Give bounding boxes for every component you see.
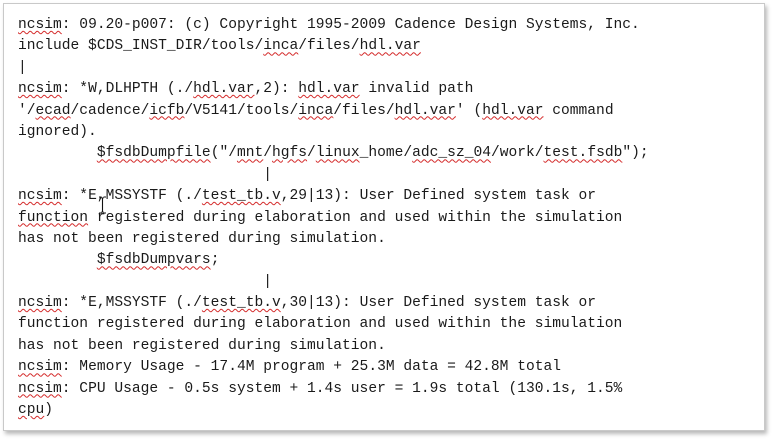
misspelled-word: $fsdbDumpvars [96,252,211,269]
text-line: ncsim: CPU Usage - 0.5s system + 1.4s us… [18,379,649,400]
misspelled-word: ecad [35,102,71,119]
text-line: $fsdbDumpvars; [18,250,649,271]
text-segment: ,30|13): User Defined system task or [280,295,597,312]
text-segment: : *E,MSSYSTF (./ [61,295,202,312]
text-segment: invalid path [359,81,474,98]
misspelled-word: linux [315,145,360,162]
text-line: | [18,272,649,293]
text-line: | [18,165,649,186]
text-line: cpu) [18,400,649,421]
text-segment: registered during elaboration and used w… [88,209,623,226]
text-segment: : *W,DLHPTH (./ [61,81,194,98]
text-document-frame[interactable]: ncsim: 09.20-p007: (c) Copyright 1995-20… [3,3,765,431]
text-segment: ) [44,402,54,419]
misspelled-word: ncsim [18,17,62,33]
text-segment: has not been registered during simulatio… [18,230,386,247]
text-segment: ignored). [18,123,97,140]
text-line: has not been registered during simulatio… [18,336,649,357]
text-segment: function registered during elaboration a… [18,316,623,333]
text-segment: : *E,MSSYSTF (./ [61,188,202,205]
misspelled-word: hdl.var [193,81,255,98]
misspelled-word: test.fsdb [543,145,623,162]
text-segment: / [263,145,273,162]
text-line: ncsim: *E,MSSYSTF (./test_tb.v,29|13): U… [18,186,649,207]
misspelled-word: $fsdbDumpfile [96,145,211,162]
document-text-body[interactable]: ncsim: 09.20-p007: (c) Copyright 1995-20… [18,15,649,421]
misspelled-word: function [18,209,89,226]
text-line: ncsim: *E,MSSYSTF (./test_tb.v,30|13): U… [18,293,649,314]
misspelled-word: hgfs [272,145,308,162]
text-segment: /cadence/ [70,102,150,119]
text-segment: : Memory Usage - 17.4M program + 25.3M d… [61,359,561,376]
text-segment: | [18,166,272,183]
text-segment: ; [210,252,220,269]
text-segment: /files/ [333,102,395,119]
text-line: ncsim: Memory Usage - 17.4M program + 25… [18,357,649,378]
text-segment: : 09.20-p007: (c) Copyright 1995-2009 Ca… [61,17,640,33]
text-line: function registered during elaboration a… [18,314,649,335]
text-line: $fsdbDumpfile("/mnt/hgfs/linux_home/adc_… [18,143,649,164]
text-line: ignored). [18,122,649,143]
text-segment: / [307,145,316,162]
misspelled-word: inca [298,102,334,119]
misspelled-word: test_tb.v [201,295,281,312]
misspelled-word: ncsim [18,295,62,312]
misspelled-word: hdl.var [298,81,360,98]
text-segment: include $CDS_INST_DIR/tools/ [18,38,264,55]
text-segment: /work/ [490,145,544,162]
text-segment: /files/ [298,38,360,55]
text-line: | [18,58,649,79]
misspelled-word: ncsim [18,81,62,98]
text-segment: ,29|13): User Defined system task or [280,188,597,205]
text-segment: _home/ [359,145,413,162]
misspelled-word: ncsim [18,188,62,205]
text-segment: ,2): [254,81,299,98]
misspelled-word: hdl.var [359,38,421,55]
text-segment: | [18,59,27,76]
text-line: ncsim: 09.20-p007: (c) Copyright 1995-20… [18,15,649,36]
text-line: ncsim: *W,DLHPTH (./hdl.var,2): hdl.var … [18,79,649,100]
document-window: ncsim: 09.20-p007: (c) Copyright 1995-20… [0,0,779,446]
text-segment: command [543,102,614,119]
text-segment: "); [622,145,649,162]
text-segment: : CPU Usage - 0.5s system + 1.4s user = … [61,380,623,397]
text-segment: | [18,273,272,290]
text-line: function registered during elaboration a… [18,208,649,229]
misspelled-word: icfb [149,102,185,119]
misspelled-word: hdl.var [482,102,544,119]
text-segment: ' ( [455,102,483,119]
text-line: include $CDS_INST_DIR/tools/inca/files/h… [18,36,649,57]
misspelled-word: test_tb.v [201,188,281,205]
text-segment [18,252,97,268]
misspelled-word: adc_sz_04 [412,145,491,162]
text-segment: /V5141/tools/ [184,102,299,119]
text-segment: has not been registered during simulatio… [18,337,386,354]
text-segment: ("/ [210,145,237,162]
i-beam-cursor-icon [98,196,107,214]
misspelled-word: mnt [236,145,264,162]
misspelled-word: inca [263,38,299,55]
text-line: has not been registered during simulatio… [18,229,649,250]
misspelled-word: ncsim [18,359,62,376]
text-segment: '/ [18,102,36,119]
misspelled-word: hdl.var [394,102,456,119]
text-segment [18,145,97,161]
misspelled-word: ncsim [18,380,62,397]
misspelled-word: cpu [18,402,45,419]
text-line: '/ecad/cadence/icfb/V5141/tools/inca/fil… [18,101,649,122]
